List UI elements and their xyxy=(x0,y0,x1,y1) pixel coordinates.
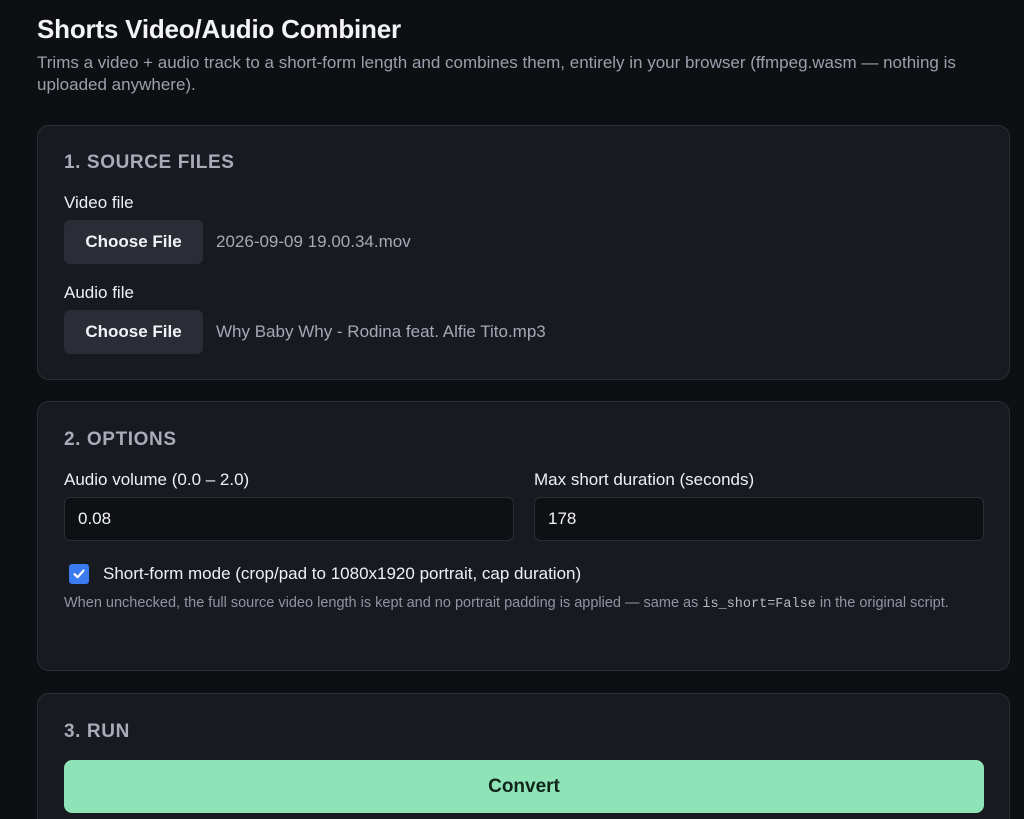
checkmark-icon xyxy=(73,569,85,579)
short-form-help-text: When unchecked, the full source video le… xyxy=(64,594,984,614)
run-card: 3. RUN Convert xyxy=(37,693,1010,819)
page-title: Shorts Video/Audio Combiner xyxy=(37,14,401,44)
max-duration-input[interactable] xyxy=(534,497,984,541)
run-heading: 3. RUN xyxy=(64,721,130,742)
source-files-card: 1. SOURCE FILES Video file Choose File 2… xyxy=(37,125,1010,380)
options-heading: 2. OPTIONS xyxy=(64,429,177,450)
page-subtitle: Trims a video + audio track to a short-f… xyxy=(37,53,956,94)
max-duration-label: Max short duration (seconds) xyxy=(534,470,755,489)
options-card: 2. OPTIONS Audio volume (0.0 – 2.0) Max … xyxy=(37,401,1010,671)
audio-volume-input[interactable] xyxy=(64,497,514,541)
audio-choose-file-button[interactable]: Choose File xyxy=(64,310,203,354)
short-form-label[interactable]: Short-form mode (crop/pad to 1080x1920 p… xyxy=(103,564,581,584)
audio-file-label: Audio file xyxy=(64,283,134,302)
video-choose-file-button[interactable]: Choose File xyxy=(64,220,203,264)
page: Shorts Video/Audio Combiner Trims a vide… xyxy=(0,0,1024,819)
audio-volume-label: Audio volume (0.0 – 2.0) xyxy=(64,470,250,489)
short-form-checkbox[interactable] xyxy=(69,564,89,584)
help-text-part: When unchecked, the full source video le… xyxy=(64,595,703,611)
source-files-heading: 1. SOURCE FILES xyxy=(64,152,235,173)
video-file-label: Video file xyxy=(64,193,134,212)
help-text-part: in the original script. xyxy=(815,595,949,611)
video-file-name: 2026-09-09 19.00.34.mov xyxy=(216,232,411,251)
help-code: is_short=False xyxy=(702,597,816,612)
convert-button[interactable]: Convert xyxy=(64,760,984,813)
audio-file-name: Why Baby Why - Rodina feat. Alfie Tito.m… xyxy=(216,322,546,341)
